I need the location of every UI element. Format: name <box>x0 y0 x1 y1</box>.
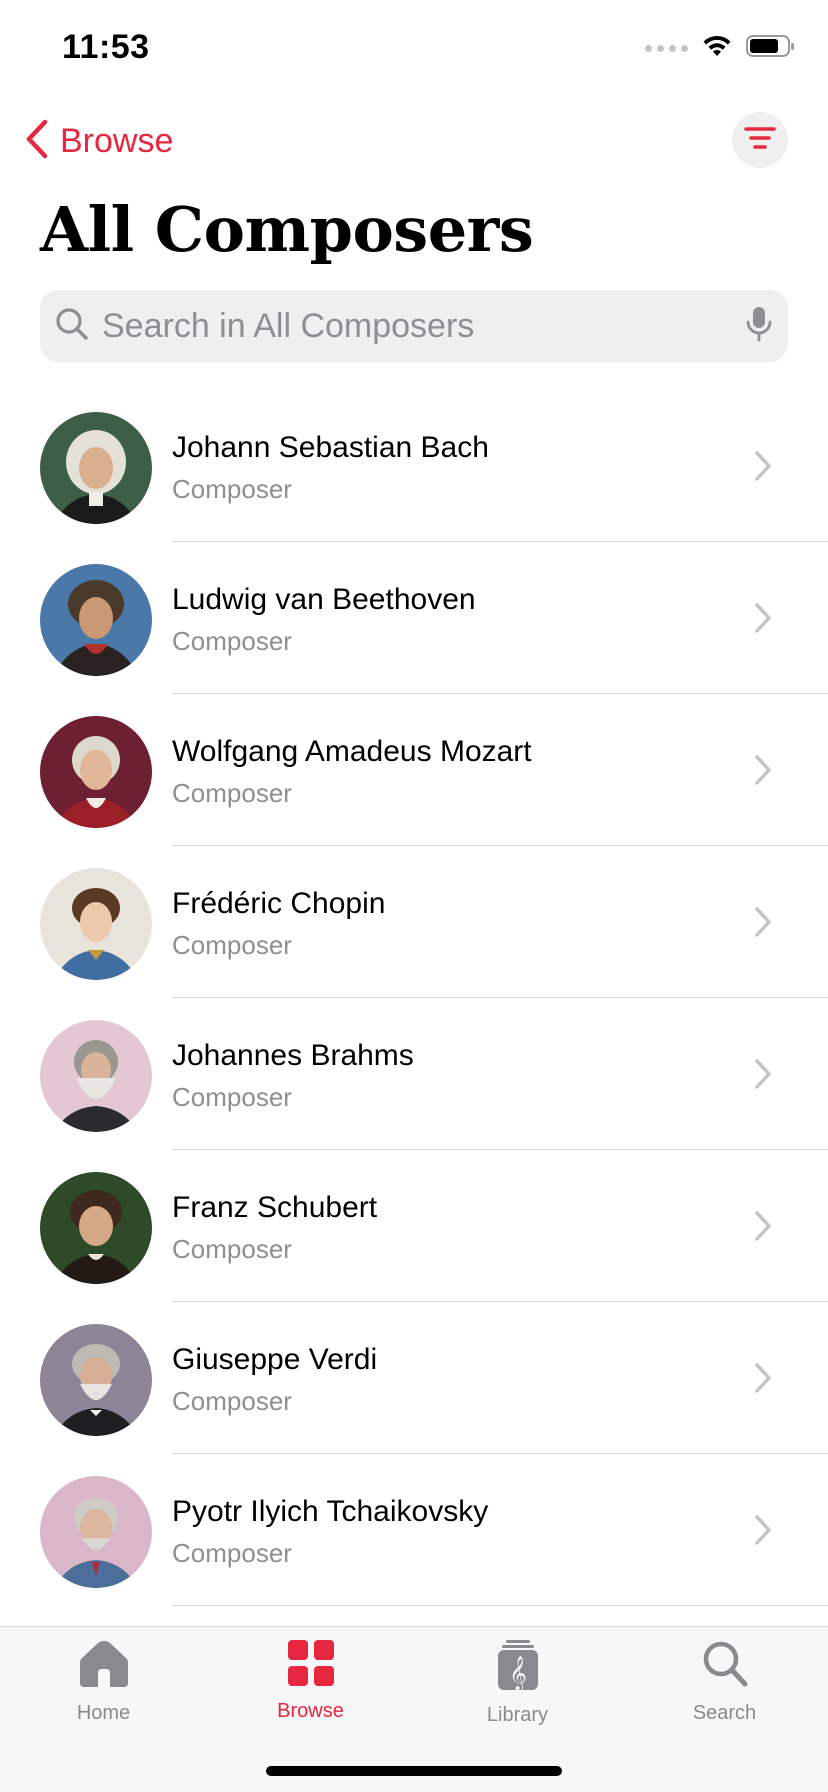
chevron-left-icon <box>24 119 50 164</box>
battery-icon <box>746 34 796 63</box>
tab-label: Search <box>692 1702 757 1724</box>
composer-row[interactable]: Frédéric Chopin Composer <box>0 846 828 998</box>
tab-search[interactable]: Search <box>621 1639 828 1739</box>
composer-subtitle: Composer <box>172 1082 292 1112</box>
filter-lines-icon <box>744 126 776 155</box>
search-icon <box>701 1639 749 1694</box>
row-divider <box>172 1605 828 1606</box>
cellular-signal-icon <box>645 45 688 52</box>
composer-name: Ludwig van Beethoven <box>172 583 476 616</box>
composer-name: Pyotr Ilyich Tchaikovsky <box>172 1495 489 1528</box>
chevron-right-icon <box>754 906 772 943</box>
composer-row[interactable]: Giuseppe Verdi Composer <box>0 1302 828 1454</box>
composer-row-text: Johannes Brahms Composer <box>172 1038 414 1114</box>
svg-text:𝄞: 𝄞 <box>509 1656 527 1691</box>
composer-name: Wolfgang Amadeus Mozart <box>172 735 532 768</box>
composer-row-text: Franz Schubert Composer <box>172 1190 377 1266</box>
tab-label: Library <box>486 1704 549 1726</box>
wifi-icon <box>702 34 732 63</box>
search-icon <box>54 306 90 347</box>
composer-row-text: Giuseppe Verdi Composer <box>172 1342 377 1418</box>
filter-button[interactable] <box>732 112 788 168</box>
chevron-right-icon <box>754 450 772 487</box>
status-icons <box>645 34 796 63</box>
chevron-right-icon <box>754 1210 772 1247</box>
screen: 11:53 Browse All Composers Search in All… <box>0 0 828 1792</box>
tab-browse[interactable]: Browse <box>207 1639 414 1739</box>
composer-subtitle: Composer <box>172 930 292 960</box>
browse-grid-icon <box>287 1639 335 1692</box>
composer-subtitle: Composer <box>172 1538 292 1568</box>
composer-row-text: Johann Sebastian Bach Composer <box>172 430 489 506</box>
composer-name: Johannes Brahms <box>172 1039 414 1072</box>
composer-row-text: Ludwig van Beethoven Composer <box>172 582 476 658</box>
composer-avatar <box>40 868 152 980</box>
composer-row[interactable]: Franz Schubert Composer <box>0 1150 828 1302</box>
tab-home[interactable]: Home <box>0 1639 207 1739</box>
home-indicator[interactable] <box>266 1766 562 1776</box>
home-icon <box>78 1639 130 1694</box>
composer-list: Johann Sebastian Bach Composer Ludwig va… <box>0 390 828 1606</box>
chevron-right-icon <box>754 602 772 639</box>
status-time: 11:53 <box>62 28 150 66</box>
composer-row-text: Wolfgang Amadeus Mozart Composer <box>172 734 532 810</box>
composer-row[interactable]: Johann Sebastian Bach Composer <box>0 390 828 542</box>
composer-avatar <box>40 564 152 676</box>
tab-label: Home <box>76 1702 131 1724</box>
composer-name: Giuseppe Verdi <box>172 1343 378 1376</box>
composer-avatar <box>40 1020 152 1132</box>
microphone-icon[interactable] <box>744 305 774 348</box>
tab-label: Browse <box>277 1700 344 1722</box>
page-title: All Composers <box>40 193 534 266</box>
tab-library[interactable]: 𝄞 Library <box>414 1639 621 1739</box>
status-bar: 11:53 <box>0 0 828 100</box>
chevron-right-icon <box>754 754 772 791</box>
composer-name: Johann Sebastian Bach <box>172 431 489 464</box>
composer-avatar <box>40 1476 152 1588</box>
composer-row[interactable]: Johannes Brahms Composer <box>0 998 828 1150</box>
composer-subtitle: Composer <box>172 626 292 656</box>
chevron-right-icon <box>754 1514 772 1551</box>
composer-subtitle: Composer <box>172 474 292 504</box>
back-button[interactable]: Browse <box>24 116 173 166</box>
composer-avatar <box>40 1172 152 1284</box>
composer-subtitle: Composer <box>172 1234 292 1264</box>
composer-name: Franz Schubert <box>172 1191 378 1224</box>
search-input[interactable] <box>102 296 744 356</box>
composer-subtitle: Composer <box>172 778 292 808</box>
composer-row-text: Frédéric Chopin Composer <box>172 886 385 962</box>
composer-avatar <box>40 412 152 524</box>
search-bar[interactable] <box>40 290 788 362</box>
composer-subtitle: Composer <box>172 1386 292 1416</box>
composer-row-text: Pyotr Ilyich Tchaikovsky Composer <box>172 1494 488 1570</box>
composer-row[interactable]: Pyotr Ilyich Tchaikovsky Composer <box>0 1454 828 1606</box>
chevron-right-icon <box>754 1058 772 1095</box>
composer-row[interactable]: Wolfgang Amadeus Mozart Composer <box>0 694 828 846</box>
composer-avatar <box>40 716 152 828</box>
library-icon: 𝄞 <box>496 1639 540 1696</box>
composer-avatar <box>40 1324 152 1436</box>
back-button-label: Browse <box>60 121 174 160</box>
chevron-right-icon <box>754 1362 772 1399</box>
composer-name: Frédéric Chopin <box>172 887 386 920</box>
composer-row[interactable]: Ludwig van Beethoven Composer <box>0 542 828 694</box>
